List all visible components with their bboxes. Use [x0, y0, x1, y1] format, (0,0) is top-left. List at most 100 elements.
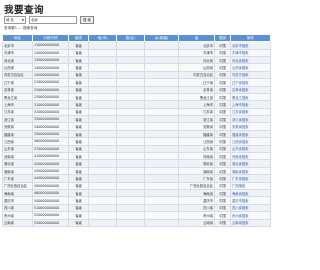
search-button[interactable]: 搜 索 — [80, 16, 94, 24]
table-row[interactable]: 浙江省 330000000000 省级 浙江省 中国 浙江省搜索 — [2, 115, 271, 124]
search-bar: 地 名 ▼ 北京 搜 索 — [4, 16, 94, 24]
table-row[interactable]: 广西壮族自治区 450000000000 省级 广西壮族自治区 中国 广西搜索 — [2, 181, 271, 191]
table-cell: 中国 — [214, 78, 231, 87]
table-cell — [116, 196, 145, 205]
table-row[interactable]: 湖北省 420000000000 省级 湖北省 中国 湖北省搜索 — [2, 159, 271, 168]
table-cell: 中国 — [214, 174, 231, 183]
column-header[interactable]: 操作 — [230, 33, 271, 43]
table-cell: 中国 — [214, 85, 231, 94]
table-row[interactable]: 河北省 130000000000 省级 河北省 中国 河北省搜索 — [2, 55, 271, 65]
table-row[interactable]: 海南省 460000000000 省级 海南省 中国 海南省搜索 — [2, 188, 271, 198]
table-row[interactable]: 山东省 370000000000 省级 山东省 中国 山东省搜索 — [2, 144, 271, 154]
row-action-link[interactable]: 云南省搜索 — [230, 218, 271, 227]
search-input[interactable]: 北京 — [29, 16, 77, 24]
row-action-link[interactable]: 安徽省搜索 — [230, 122, 271, 131]
table-row[interactable]: 湖南省 430000000000 省级 湖南省 中国 湖南省搜索 — [2, 166, 271, 176]
table-cell: 320000000000 — [32, 107, 69, 117]
table-cell: 辽宁省 — [2, 78, 33, 87]
table-cell: 吉林省 — [2, 85, 33, 94]
row-action-link[interactable]: 山东省搜索 — [230, 144, 271, 154]
table-cell: 中国 — [214, 92, 231, 102]
column-header[interactable]: 国家 — [214, 33, 231, 43]
results-table: 地名 行政代码 级别 地(市) 县(区) 乡(街道) 省国家 操作 北京市 1100000000… — [2, 33, 271, 227]
table-row[interactable]: 云南省 530000000000 省级 云南省 中国 云南省搜索 — [2, 218, 271, 227]
table-cell: 安徽省 — [178, 122, 215, 131]
table-cell — [116, 78, 145, 87]
row-action-link[interactable]: 内蒙古搜索 — [230, 70, 271, 80]
table-cell — [116, 63, 145, 72]
table-cell: 广东省 — [178, 174, 215, 183]
table-cell: 500000000000 — [32, 196, 69, 205]
column-header[interactable]: 地名 — [2, 33, 33, 43]
row-action-link[interactable]: 重庆市搜索 — [230, 196, 271, 205]
column-header[interactable]: 省 — [178, 33, 215, 43]
table-cell: 省级 — [68, 159, 89, 168]
table-cell: 天津市 — [178, 48, 215, 57]
row-action-link[interactable]: 浙江省搜索 — [230, 115, 271, 124]
table-cell: 湖北省 — [2, 159, 33, 168]
column-header[interactable]: 地(市) — [88, 33, 117, 43]
table-row[interactable]: 吉林省 220000000000 省级 吉林省 中国 吉林省搜索 — [2, 85, 271, 94]
column-header[interactable]: 乡(街道) — [144, 33, 179, 43]
table-cell: 云南省 — [178, 218, 215, 227]
table-row[interactable]: 福建省 350000000000 省级 福建省 中国 福建省搜索 — [2, 129, 271, 139]
table-row[interactable]: 山西省 140000000000 省级 山西省 中国 山西省搜索 — [2, 63, 271, 72]
table-row[interactable]: 天津市 120000000000 省级 天津市 中国 天津市搜索 — [2, 48, 271, 57]
row-action-link[interactable]: 贵州省搜索 — [230, 211, 271, 220]
table-header-row: 地名 行政代码 级别 地(市) 县(区) 乡(街道) 省国家 操作 — [2, 33, 271, 43]
table-cell — [144, 218, 179, 227]
row-action-link[interactable]: 北京市搜索 — [230, 41, 271, 50]
table-cell: 省级 — [68, 78, 89, 87]
row-action-link[interactable]: 江苏省搜索 — [230, 107, 271, 117]
row-action-link[interactable]: 吉林省搜索 — [230, 85, 271, 94]
table-row[interactable]: 四川省 510000000000 省级 四川省 中国 四川省搜索 — [2, 203, 271, 213]
row-action-link[interactable]: 黑龙江搜索 — [230, 92, 271, 102]
table-cell: 330000000000 — [32, 115, 69, 124]
table-row[interactable]: 江苏省 320000000000 省级 江苏省 中国 江苏省搜索 — [2, 107, 271, 117]
row-action-link[interactable]: 湖南省搜索 — [230, 166, 271, 176]
row-action-link[interactable]: 海南省搜索 — [230, 188, 271, 198]
table-row[interactable]: 重庆市 500000000000 省级 重庆市 中国 重庆市搜索 — [2, 196, 271, 205]
row-action-link[interactable]: 四川省搜索 — [230, 203, 271, 213]
table-row[interactable]: 辽宁省 210000000000 省级 辽宁省 中国 辽宁省搜索 — [2, 78, 271, 87]
table-cell: 130000000000 — [32, 55, 69, 65]
row-action-link[interactable]: 辽宁省搜索 — [230, 78, 271, 87]
row-action-link[interactable]: 广西搜索 — [230, 181, 271, 191]
table-cell: 中国 — [214, 137, 231, 146]
table-cell: 中国 — [214, 144, 231, 154]
results-table-wrap: 地名 行政代码 级别 地(市) 县(区) 乡(街道) 省国家 操作 北京市 1100000000… — [2, 33, 271, 227]
table-cell — [144, 166, 179, 176]
table-cell: 430000000000 — [32, 166, 69, 176]
table-cell — [144, 115, 179, 124]
table-cell: 省级 — [68, 107, 89, 117]
table-cell — [116, 159, 145, 168]
column-header[interactable]: 级别 — [68, 33, 89, 43]
row-action-link[interactable]: 天津市搜索 — [230, 48, 271, 57]
table-row[interactable]: 黑龙江省 230000000000 省级 黑龙江省 中国 黑龙江搜索 — [2, 92, 271, 102]
table-row[interactable]: 贵州省 520000000000 省级 贵州省 中国 贵州省搜索 — [2, 211, 271, 220]
table-row[interactable]: 广东省 440000000000 省级 广东省 中国 广东省搜索 — [2, 174, 271, 183]
table-row[interactable]: 安徽省 340000000000 省级 安徽省 中国 安徽省搜索 — [2, 122, 271, 131]
table-cell — [88, 92, 117, 102]
table-row[interactable]: 江西省 360000000000 省级 江西省 中国 江西省搜索 — [2, 137, 271, 146]
table-row[interactable]: 上海市 310000000000 省级 上海市 中国 上海市搜索 — [2, 100, 271, 109]
row-action-link[interactable]: 广东省搜索 — [230, 174, 271, 183]
search-type-select[interactable]: 地 名 ▼ — [4, 16, 26, 24]
row-action-link[interactable]: 河南省搜索 — [230, 152, 271, 161]
row-action-link[interactable]: 江西省搜索 — [230, 137, 271, 146]
row-action-link[interactable]: 湖北省搜索 — [230, 159, 271, 168]
column-header[interactable]: 县(区) — [116, 33, 145, 43]
table-row[interactable]: 河南省 410000000000 省级 河南省 中国 河南省搜索 — [2, 152, 271, 161]
table-row[interactable]: 北京市 110000000000 省级 北京市 中国 北京市搜索 — [2, 41, 271, 50]
row-action-link[interactable]: 上海市搜索 — [230, 100, 271, 109]
row-action-link[interactable]: 山西省搜索 — [230, 63, 271, 72]
table-row[interactable]: 内蒙古自治区 150000000000 省级 内蒙古自治区 中国 内蒙古搜索 — [2, 70, 271, 80]
row-action-link[interactable]: 福建省搜索 — [230, 129, 271, 139]
table-cell: 河北省 — [2, 55, 33, 65]
column-header[interactable]: 行政代码 — [32, 33, 69, 43]
table-cell: 湖南省 — [2, 166, 33, 176]
table-cell: 520000000000 — [32, 211, 69, 220]
table-cell: 湖南省 — [178, 166, 215, 176]
table-cell: 中国 — [214, 203, 231, 213]
row-action-link[interactable]: 河北省搜索 — [230, 55, 271, 65]
